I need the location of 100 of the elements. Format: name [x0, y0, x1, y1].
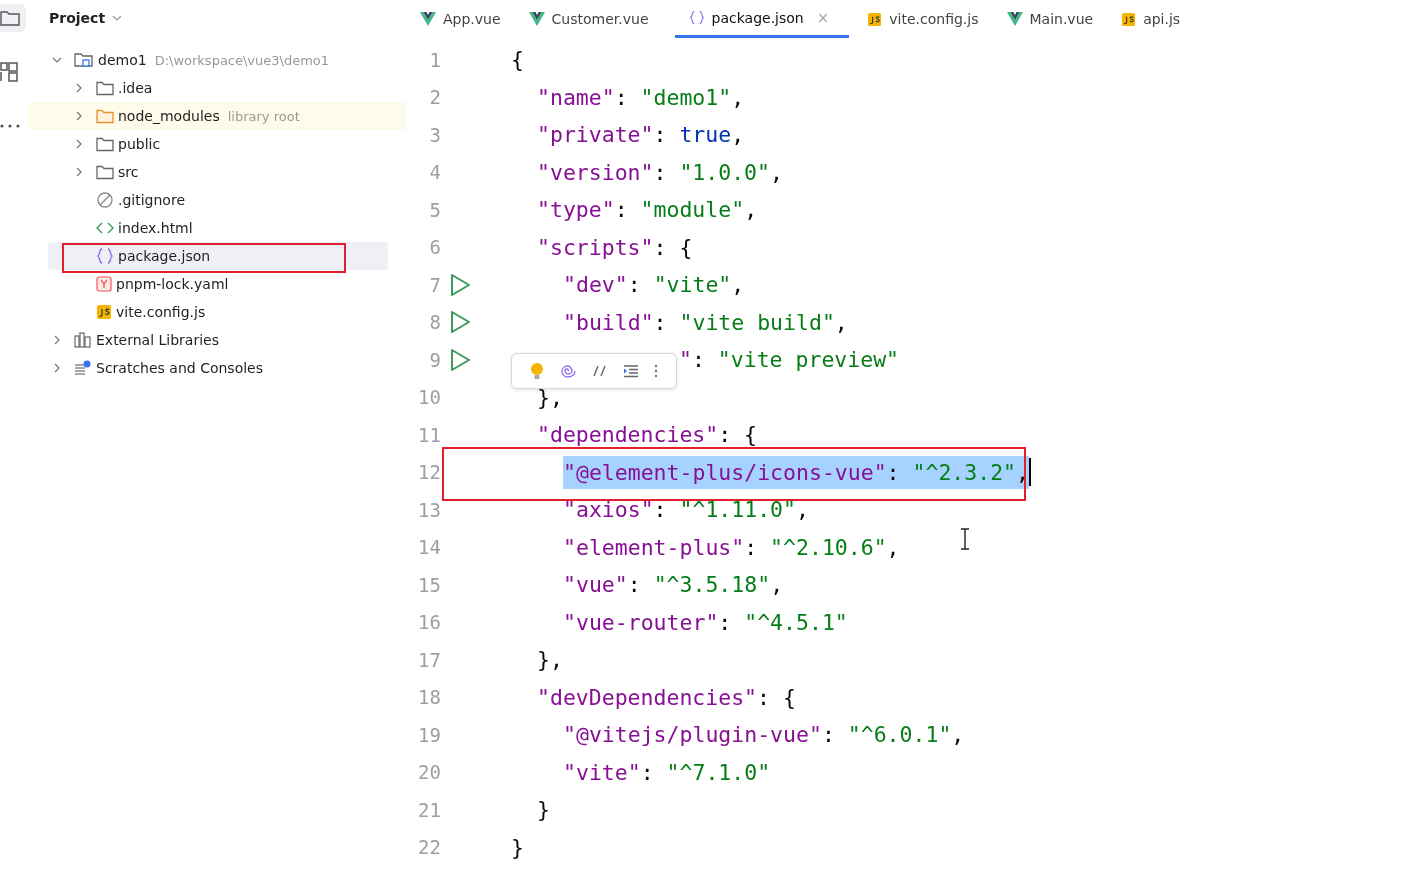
tree-label: External Libraries [96, 332, 219, 348]
code-token: "vite build" [679, 309, 835, 335]
code-token: "name" [537, 84, 615, 110]
code-token: "dependencies" [537, 422, 719, 448]
tree-item[interactable]: package.json [48, 242, 388, 270]
code-token: "scripts" [537, 234, 654, 260]
line-number: 19 [417, 723, 441, 746]
line-number: 4 [428, 161, 441, 184]
code-token: : [627, 272, 642, 298]
line-number: 14 [417, 536, 441, 559]
code-token: "@vitejs/plugin-vue" [563, 722, 822, 748]
tree-label: public [118, 136, 161, 152]
tree-label: .gitignore [118, 192, 185, 208]
tree-item[interactable]: vite.config.js [28, 298, 406, 326]
code-token: "version" [537, 159, 654, 185]
tree-label: vite.config.js [116, 304, 206, 320]
editor-tab[interactable]: package.json × [674, 0, 850, 38]
code-token: , [770, 159, 783, 185]
code-token: }, [537, 647, 563, 673]
line-number: 2 [428, 86, 441, 109]
tree-label: node_modules [118, 108, 220, 124]
tree-label: pnpm-lock.yaml [116, 276, 229, 292]
code-token: "demo1" [640, 84, 732, 110]
code-token: : [653, 122, 668, 148]
code-token: "type" [537, 197, 615, 223]
tree-item[interactable]: Scratches and Consoles [28, 354, 406, 382]
line-number: 3 [428, 123, 441, 146]
tree-item[interactable]: External Libraries [28, 326, 406, 354]
code-token: "vue-router" [563, 609, 719, 635]
tree-label: src [118, 164, 139, 180]
path-hint: D:\workspace\vue3\demo1 [154, 52, 330, 68]
line-number: 8 [428, 311, 441, 334]
panel-title: Project [49, 10, 106, 26]
line-number: 7 [428, 273, 441, 296]
tree-item[interactable]: demo1 D:\workspace\vue3\demo1 [28, 46, 406, 74]
tree-item[interactable]: .idea [28, 74, 406, 102]
editor-tab[interactable]: vite.config.js [865, 0, 1005, 38]
code-token: , [834, 309, 848, 335]
line-number: 15 [417, 573, 441, 596]
code-token: "vite" [653, 272, 732, 298]
tree-item[interactable]: node_modules library root [28, 102, 406, 130]
code-token: "1.0.0" [679, 159, 770, 185]
code-token: } [537, 797, 550, 823]
code-token: "devDependencies" [537, 684, 758, 710]
code-token: , [731, 84, 745, 110]
code-token: : [627, 572, 642, 598]
line-number: 16 [417, 611, 441, 634]
line-number: 21 [417, 798, 441, 821]
code-token: " [679, 347, 692, 373]
code-token: : { [718, 422, 758, 448]
code-token: , [744, 197, 758, 223]
code-token: , [731, 272, 745, 298]
code-token: "^7.1.0" [666, 759, 771, 785]
code-token: : [653, 497, 668, 523]
code-token: : { [757, 684, 796, 710]
line-number: 13 [417, 498, 441, 521]
editor-tab[interactable]: Main.vue [1004, 0, 1120, 38]
line-number: 17 [417, 648, 441, 671]
code-token: : [653, 309, 668, 335]
code-token: : [653, 159, 668, 185]
line-number: 1 [428, 48, 441, 71]
tree-label: .idea [118, 80, 153, 96]
code-token: "^3.5.18" [653, 572, 771, 598]
code-token: , [770, 572, 784, 598]
code-token: : [744, 534, 759, 560]
tree-item[interactable]: pnpm-lock.yaml [28, 270, 406, 298]
line-number: 6 [428, 236, 441, 259]
code-token: "module" [640, 197, 745, 223]
code-token: "element-plus" [563, 534, 745, 560]
code-token: "vue" [563, 572, 628, 598]
code-token: "@element-plus/icons-vue" [563, 455, 887, 489]
code-token: , [951, 722, 965, 748]
editor-tab[interactable]: App.vue [418, 0, 527, 38]
tree-item[interactable]: index.html [28, 214, 406, 242]
code-token: , [886, 534, 900, 560]
code-token: "axios" [563, 497, 654, 523]
tree-label: index.html [118, 220, 193, 236]
code-token: : { [653, 234, 693, 260]
tree-item[interactable]: public [28, 130, 406, 158]
line-number: 11 [417, 423, 441, 446]
code-token: , [796, 497, 809, 523]
code-token: : [691, 347, 706, 373]
code-token: "vite preview" [717, 347, 900, 373]
code-token: }, [537, 384, 563, 410]
code-token: "^1.11.0" [679, 497, 796, 523]
line-number: 5 [428, 198, 441, 221]
code-token: "dev" [563, 272, 628, 298]
line-number: 18 [417, 686, 441, 709]
line-number: 10 [417, 386, 441, 409]
tree-item[interactable]: src [28, 158, 406, 186]
tree-item[interactable]: .gitignore [28, 186, 406, 214]
code-token: { [511, 47, 524, 73]
code-token: true [679, 122, 732, 148]
code-token: : [614, 197, 629, 223]
editor-tab[interactable]: Customer.vue [526, 0, 675, 38]
code-token: : [718, 609, 733, 635]
editor-tab[interactable]: api.js [1119, 0, 1207, 38]
line-number: 9 [428, 348, 441, 371]
tree-label: Scratches and Consoles [96, 360, 263, 376]
code-token: "private" [537, 122, 654, 148]
